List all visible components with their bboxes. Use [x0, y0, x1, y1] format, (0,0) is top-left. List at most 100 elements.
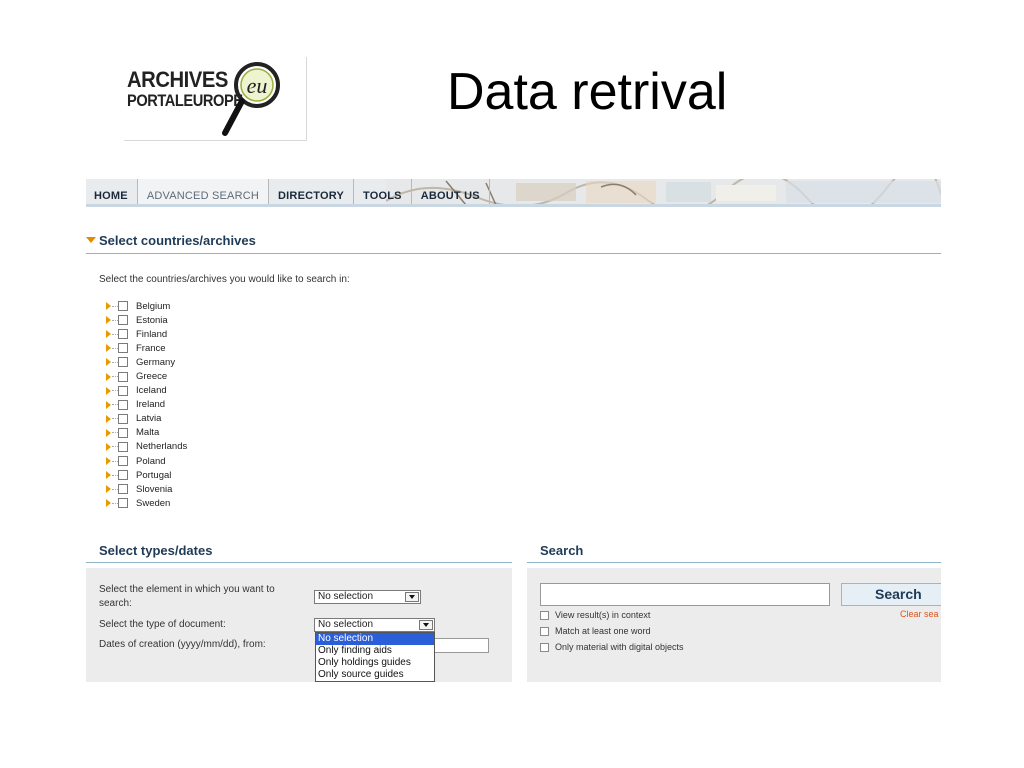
clear-search-link[interactable]: Clear sea [900, 609, 939, 619]
country-row[interactable]: France [105, 341, 187, 355]
search-button[interactable]: Search [841, 583, 941, 606]
logo-line1: ARCHIVES [127, 67, 228, 92]
expand-arrow-icon[interactable] [106, 400, 111, 409]
country-label: Ireland [136, 399, 166, 411]
country-checkbox[interactable] [118, 427, 128, 438]
checkbox[interactable] [540, 626, 549, 636]
search-input[interactable] [540, 583, 830, 606]
main-nav-bar: HOME ADVANCED SEARCH DIRECTORY TOOLS ABO… [86, 179, 941, 207]
date-from-input[interactable] [432, 638, 489, 653]
country-checkbox[interactable] [118, 385, 128, 396]
country-label: Sweden [136, 497, 171, 509]
checkbox[interactable] [540, 642, 549, 652]
country-checkbox[interactable] [118, 399, 128, 410]
nav-tab-advanced-search[interactable]: ADVANCED SEARCH [137, 179, 270, 207]
option-view-in-context[interactable]: View result(s) in context [540, 610, 650, 620]
option-label: Match at least one word [555, 626, 651, 636]
expand-arrow-icon[interactable] [106, 485, 111, 494]
country-row[interactable]: Germany [105, 355, 187, 369]
country-row[interactable]: Estonia [105, 313, 187, 327]
country-checkbox[interactable] [118, 343, 128, 354]
country-label: Netherlands [136, 441, 188, 453]
country-label: Estonia [136, 314, 168, 326]
country-row[interactable]: Latvia [105, 412, 187, 426]
types-section-header: Select types/dates [86, 542, 512, 563]
expand-arrow-icon[interactable] [106, 442, 111, 451]
expand-arrow-icon[interactable] [106, 358, 111, 367]
country-label: Finland [136, 328, 168, 340]
nav-tab-about-us[interactable]: ABOUT US [412, 179, 490, 207]
country-label: Belgium [136, 300, 171, 312]
nav-tab-tools[interactable]: TOOLS [354, 179, 412, 207]
expand-arrow-icon[interactable] [106, 316, 111, 325]
country-label: Portugal [136, 469, 172, 481]
doctype-dropdown-list: No selection Only finding aids Only hold… [315, 632, 435, 682]
country-label: France [136, 342, 166, 354]
countries-section-header[interactable]: Select countries/archives [86, 232, 941, 254]
element-label: Select the element in which you want to … [99, 584, 275, 609]
collapse-arrow-icon[interactable] [86, 237, 96, 243]
country-row[interactable]: Finland [105, 327, 187, 341]
country-row[interactable]: Malta [105, 426, 187, 440]
chevron-down-icon[interactable] [405, 592, 419, 602]
countries-section-title: Select countries/archives [99, 233, 256, 248]
option-match-one-word[interactable]: Match at least one word [540, 626, 651, 636]
country-checkbox[interactable] [118, 413, 128, 424]
types-section-title: Select types/dates [99, 543, 213, 558]
country-label: Slovenia [136, 483, 173, 495]
nav-tab-directory[interactable]: DIRECTORY [269, 179, 355, 207]
dropdown-option[interactable]: Only finding aids [316, 645, 434, 657]
country-row[interactable]: Iceland [105, 384, 187, 398]
country-row[interactable]: Greece [105, 369, 187, 383]
country-row[interactable]: Ireland [105, 398, 187, 412]
chevron-down-icon[interactable] [419, 620, 433, 630]
country-checkbox[interactable] [118, 470, 128, 481]
expand-arrow-icon[interactable] [106, 386, 111, 395]
expand-arrow-icon[interactable] [106, 330, 111, 339]
option-digital-objects[interactable]: Only material with digital objects [540, 642, 684, 652]
country-row[interactable]: Netherlands [105, 440, 187, 454]
expand-arrow-icon[interactable] [106, 302, 111, 311]
slide-title: Data retrival [447, 63, 728, 121]
nav-underline [86, 204, 941, 207]
country-label: Latvia [136, 413, 162, 425]
magnifier-icon: eu [222, 62, 280, 136]
expand-arrow-icon[interactable] [106, 471, 111, 480]
dates-label: Dates of creation (yyyy/mm/dd), from: [99, 639, 266, 650]
countries-instruction: Select the countries/archives you would … [99, 274, 350, 285]
country-checkbox[interactable] [118, 441, 128, 452]
archives-portal-europe-logo[interactable]: ARCHIVES PORTALEUROPE eu [124, 57, 307, 141]
country-checkbox[interactable] [118, 315, 128, 326]
element-select[interactable]: No selection [314, 590, 421, 604]
country-label: Germany [136, 356, 176, 368]
country-checkbox[interactable] [118, 371, 128, 382]
nav-tab-home[interactable]: HOME [86, 179, 138, 207]
checkbox[interactable] [540, 610, 549, 620]
expand-arrow-icon[interactable] [106, 428, 111, 437]
country-checkbox[interactable] [118, 329, 128, 340]
country-checkbox[interactable] [118, 301, 128, 312]
option-label: View result(s) in context [555, 610, 651, 620]
expand-arrow-icon[interactable] [106, 499, 111, 508]
element-select-value: No selection [318, 591, 374, 602]
country-row[interactable]: Poland [105, 454, 187, 468]
country-label: Iceland [136, 385, 167, 397]
country-checkbox[interactable] [118, 484, 128, 495]
country-checkbox[interactable] [118, 456, 128, 467]
dropdown-option[interactable]: Only source guides [316, 669, 434, 681]
doctype-select[interactable]: No selection [314, 618, 435, 632]
country-row[interactable]: Slovenia [105, 482, 187, 496]
country-row[interactable]: Portugal [105, 468, 187, 482]
expand-arrow-icon[interactable] [106, 414, 111, 423]
dropdown-option[interactable]: Only holdings guides [316, 657, 434, 669]
country-label: Malta [136, 427, 160, 439]
dropdown-option[interactable]: No selection [316, 633, 434, 645]
country-checkbox[interactable] [118, 357, 128, 368]
country-checkbox[interactable] [118, 498, 128, 509]
expand-arrow-icon[interactable] [106, 457, 111, 466]
country-label: Greece [136, 371, 168, 383]
expand-arrow-icon[interactable] [106, 344, 111, 353]
country-row[interactable]: Belgium [105, 299, 187, 313]
country-row[interactable]: Sweden [105, 496, 187, 510]
expand-arrow-icon[interactable] [106, 372, 111, 381]
